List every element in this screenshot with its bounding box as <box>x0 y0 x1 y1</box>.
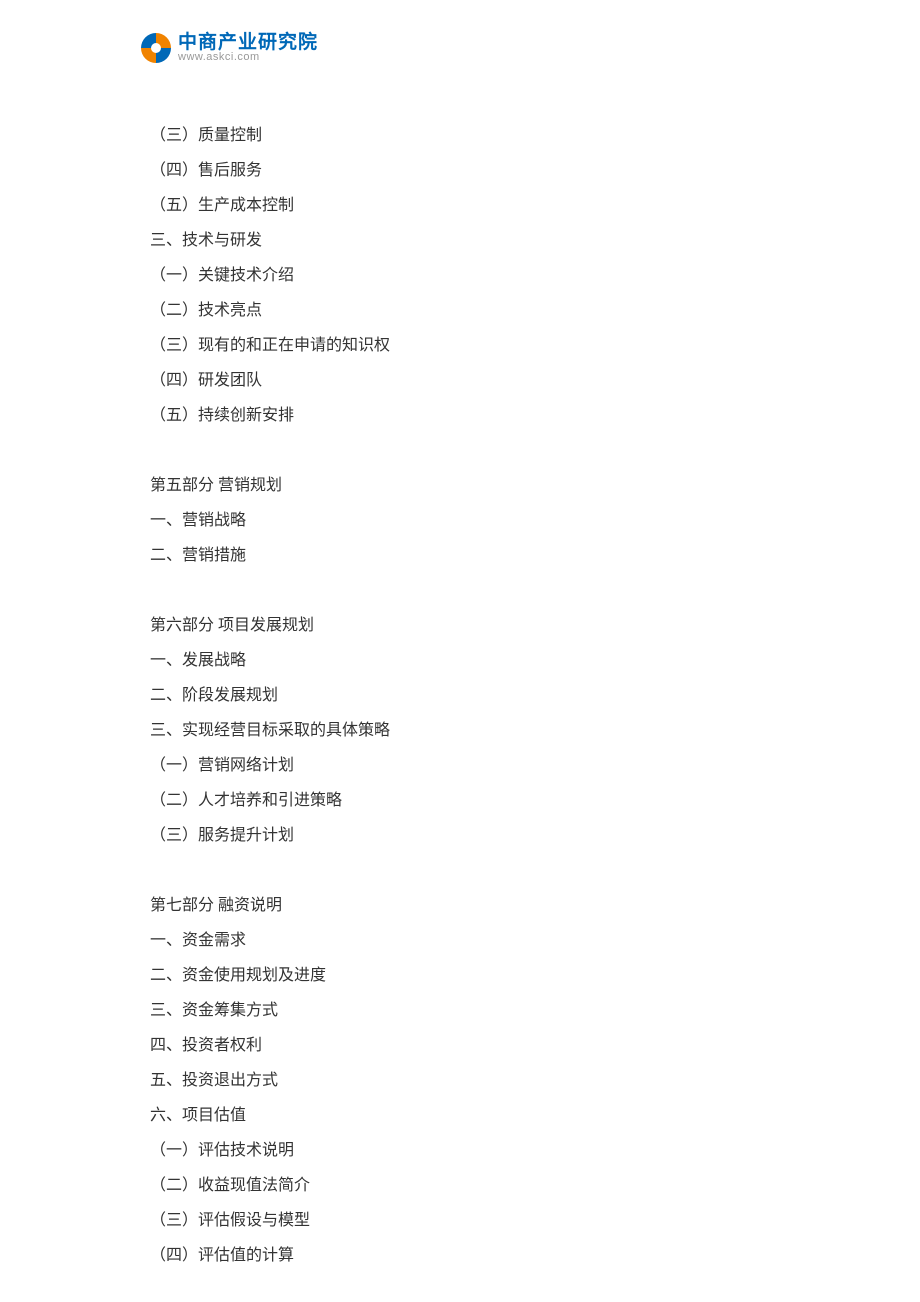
toc-item: 一、资金需求 <box>150 923 770 958</box>
toc-item: （二）人才培养和引进策略 <box>150 783 770 818</box>
toc-spacer <box>150 573 770 608</box>
toc-item: 三、技术与研发 <box>150 223 770 258</box>
toc-item: 六、项目估值 <box>150 1098 770 1133</box>
toc-item: 三、资金筹集方式 <box>150 993 770 1028</box>
toc-content: （三）质量控制 （四）售后服务 （五）生产成本控制 三、技术与研发 （一）关键技… <box>150 118 770 1273</box>
toc-item: （一）营销网络计划 <box>150 748 770 783</box>
toc-item: 一、发展战略 <box>150 643 770 678</box>
toc-item: （一）关键技术介绍 <box>150 258 770 293</box>
toc-item: 三、实现经营目标采取的具体策略 <box>150 713 770 748</box>
toc-item: 四、投资者权利 <box>150 1028 770 1063</box>
logo-text-sub: www.askci.com <box>178 52 318 63</box>
logo-icon <box>138 30 174 66</box>
toc-item: （三）现有的和正在申请的知识权 <box>150 328 770 363</box>
toc-item: 一、营销战略 <box>150 503 770 538</box>
toc-spacer <box>150 433 770 468</box>
toc-item: （四）研发团队 <box>150 363 770 398</box>
toc-item: 二、阶段发展规划 <box>150 678 770 713</box>
toc-item: （五）生产成本控制 <box>150 188 770 223</box>
toc-item: （一）评估技术说明 <box>150 1133 770 1168</box>
toc-item: 五、投资退出方式 <box>150 1063 770 1098</box>
toc-item: （三）评估假设与模型 <box>150 1203 770 1238</box>
logo-text-group: 中商产业研究院 www.askci.com <box>178 33 318 63</box>
toc-item: 二、营销措施 <box>150 538 770 573</box>
toc-item: （四）评估值的计算 <box>150 1238 770 1273</box>
toc-item: （三）质量控制 <box>150 118 770 153</box>
toc-section-header: 第六部分 项目发展规划 <box>150 608 770 643</box>
toc-section-header: 第七部分 融资说明 <box>150 888 770 923</box>
toc-item: （二）技术亮点 <box>150 293 770 328</box>
toc-item: （四）售后服务 <box>150 153 770 188</box>
toc-item: （三）服务提升计划 <box>150 818 770 853</box>
toc-item: 二、资金使用规划及进度 <box>150 958 770 993</box>
logo-text-main: 中商产业研究院 <box>178 33 318 52</box>
header-logo: 中商产业研究院 www.askci.com <box>138 30 318 66</box>
toc-section-header: 第五部分 营销规划 <box>150 468 770 503</box>
toc-spacer <box>150 853 770 888</box>
toc-item: （五）持续创新安排 <box>150 398 770 433</box>
toc-item: （二）收益现值法简介 <box>150 1168 770 1203</box>
